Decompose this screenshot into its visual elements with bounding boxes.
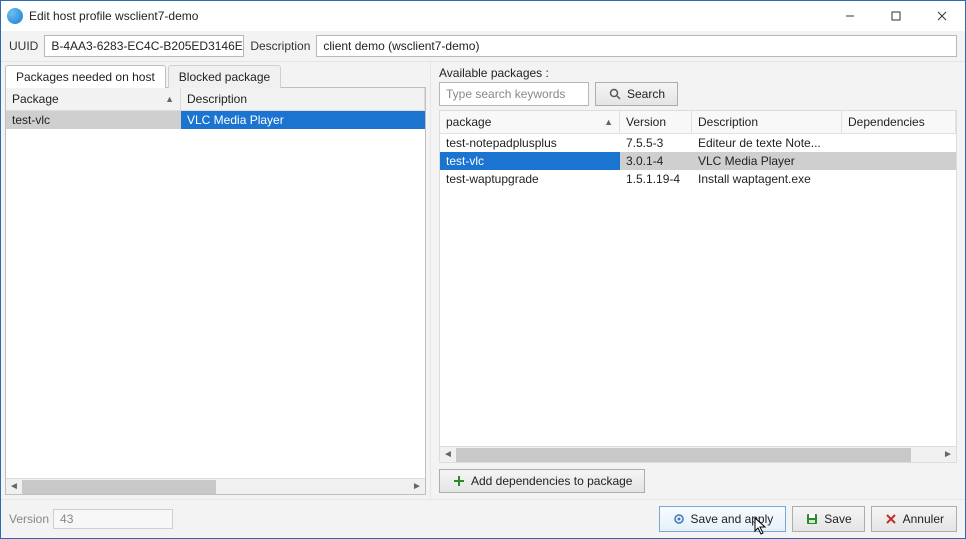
cell-description: Editeur de texte Note... (692, 134, 842, 152)
scroll-thumb[interactable] (22, 480, 216, 494)
tab-packages-needed[interactable]: Packages needed on host (5, 65, 166, 88)
sort-asc-icon: ▲ (604, 117, 613, 127)
available-table: package ▲ Version Description Dependenci… (439, 110, 957, 463)
cancel-button[interactable]: Annuler (871, 506, 957, 532)
header-description[interactable]: Description (692, 111, 842, 133)
maximize-button[interactable] (873, 1, 919, 31)
cancel-label: Annuler (903, 512, 944, 526)
left-cell-package: test-vlc (6, 111, 181, 129)
left-header-description[interactable]: Description (181, 88, 425, 110)
left-h-scrollbar[interactable]: ◄ ► (6, 478, 425, 494)
info-row: UUID B-4AA3-6283-EC4C-B205ED3146E9 Descr… (1, 31, 965, 62)
left-header-package-label: Package (12, 92, 59, 106)
search-row: Type search keywords Search (431, 82, 965, 110)
cross-icon (884, 512, 898, 526)
search-input[interactable]: Type search keywords (439, 82, 589, 106)
app-icon (7, 8, 23, 24)
available-table-body[interactable]: test-notepadplusplus 7.5.5-3 Editeur de … (440, 134, 956, 446)
table-row[interactable]: test-notepadplusplus 7.5.5-3 Editeur de … (440, 134, 956, 152)
add-dependencies-button[interactable]: Add dependencies to package (439, 469, 645, 493)
window-controls (827, 1, 965, 31)
scroll-right-icon[interactable]: ► (409, 481, 425, 492)
footer: Version 43 Save and apply Save Annuler (1, 499, 965, 538)
table-row[interactable]: test-waptupgrade 1.5.1.19-4 Install wapt… (440, 170, 956, 188)
save-label: Save (824, 512, 851, 526)
description-value: client demo (wsclient7-demo) (323, 39, 479, 53)
search-button-label: Search (627, 87, 665, 101)
scroll-track[interactable] (22, 480, 409, 494)
header-version[interactable]: Version (620, 111, 692, 133)
uuid-field[interactable]: B-4AA3-6283-EC4C-B205ED3146E9 (44, 35, 244, 57)
minimize-button[interactable] (827, 1, 873, 31)
plus-icon (452, 474, 466, 488)
uuid-label: UUID (9, 39, 38, 53)
add-deps-row: Add dependencies to package (431, 463, 965, 499)
scroll-right-icon[interactable]: ► (940, 449, 956, 460)
right-h-scrollbar[interactable]: ◄ ► (440, 446, 956, 462)
uuid-value: B-4AA3-6283-EC4C-B205ED3146E9 (51, 39, 244, 53)
sort-asc-icon: ▲ (165, 94, 174, 104)
available-table-header: package ▲ Version Description Dependenci… (440, 111, 956, 134)
main-split: Packages needed on host Blocked package … (1, 62, 965, 499)
gear-icon (672, 512, 686, 526)
left-table: Package ▲ Description test-vlc VLC Media… (5, 87, 426, 495)
save-and-apply-button[interactable]: Save and apply (659, 506, 787, 532)
scroll-left-icon[interactable]: ◄ (6, 481, 22, 492)
left-row[interactable]: test-vlc VLC Media Player (6, 111, 425, 129)
left-header-package[interactable]: Package ▲ (6, 88, 181, 110)
close-button[interactable] (919, 1, 965, 31)
description-label: Description (250, 39, 310, 53)
header-package[interactable]: package ▲ (440, 111, 620, 133)
search-placeholder: Type search keywords (446, 87, 565, 101)
window: Edit host profile wsclient7-demo UUID B-… (0, 0, 966, 539)
cell-package: test-waptupgrade (440, 170, 620, 188)
save-and-apply-label: Save and apply (691, 512, 774, 526)
cell-dependencies (842, 170, 956, 188)
left-cell-description: VLC Media Player (181, 111, 425, 129)
right-pane: Available packages : Type search keyword… (431, 62, 965, 499)
cell-description: Install waptagent.exe (692, 170, 842, 188)
cell-description: VLC Media Player (692, 152, 842, 170)
table-row[interactable]: test-vlc 3.0.1-4 VLC Media Player (440, 152, 956, 170)
disk-icon (805, 512, 819, 526)
cell-dependencies (842, 152, 956, 170)
left-table-header: Package ▲ Description (6, 88, 425, 111)
search-button[interactable]: Search (595, 82, 678, 106)
cell-version: 7.5.5-3 (620, 134, 692, 152)
window-title: Edit host profile wsclient7-demo (29, 9, 827, 23)
left-tabs: Packages needed on host Blocked package (1, 62, 430, 87)
left-pane: Packages needed on host Blocked package … (1, 62, 431, 499)
scroll-left-icon[interactable]: ◄ (440, 449, 456, 460)
scroll-track[interactable] (456, 448, 940, 462)
left-table-body[interactable]: test-vlc VLC Media Player (6, 111, 425, 478)
save-button[interactable]: Save (792, 506, 864, 532)
scroll-thumb[interactable] (456, 448, 911, 462)
cell-dependencies (842, 134, 956, 152)
header-dependencies[interactable]: Dependencies (842, 111, 956, 133)
version-value: 43 (60, 512, 73, 526)
header-package-label: package (446, 115, 491, 129)
cell-version: 3.0.1-4 (620, 152, 692, 170)
description-field[interactable]: client demo (wsclient7-demo) (316, 35, 957, 57)
version-field: 43 (53, 509, 173, 529)
search-icon (608, 87, 622, 101)
cell-package: test-notepadplusplus (440, 134, 620, 152)
tab-blocked-package[interactable]: Blocked package (168, 65, 281, 88)
add-dependencies-label: Add dependencies to package (471, 474, 632, 488)
cell-package: test-vlc (440, 152, 620, 170)
titlebar: Edit host profile wsclient7-demo (1, 1, 965, 31)
version-label: Version (9, 512, 49, 526)
available-packages-label: Available packages : (431, 62, 965, 82)
cell-version: 1.5.1.19-4 (620, 170, 692, 188)
